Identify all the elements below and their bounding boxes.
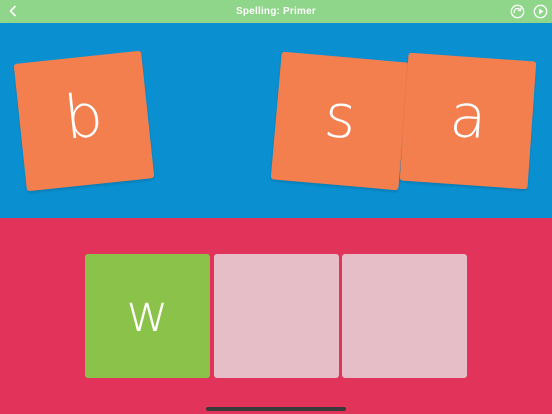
- chevron-left-icon: [9, 5, 16, 17]
- redo-button[interactable]: [510, 4, 525, 19]
- letter-tile-a[interactable]: a: [399, 52, 537, 190]
- tile-letter: b: [60, 80, 107, 154]
- letter-tiles-area: b s a: [0, 23, 552, 218]
- redo-circle-icon: [510, 4, 525, 19]
- answer-slot-1[interactable]: w: [85, 254, 210, 378]
- tile-letter: a: [447, 80, 490, 154]
- answer-area: w: [0, 218, 552, 414]
- top-bar: Spelling: Primer: [0, 0, 552, 23]
- page-title: Spelling: Primer: [236, 6, 316, 17]
- play-button[interactable]: [533, 4, 548, 19]
- answer-slot-2[interactable]: [214, 254, 339, 378]
- spelling-app: Spelling: Primer b s a w: [0, 0, 552, 414]
- back-button[interactable]: [5, 3, 21, 19]
- tile-letter: s: [321, 80, 359, 154]
- letter-tile-b[interactable]: b: [13, 50, 155, 192]
- letter-tile-s[interactable]: s: [270, 51, 410, 191]
- play-circle-icon: [533, 4, 548, 19]
- slot-letter: w: [126, 284, 169, 344]
- home-indicator[interactable]: [206, 407, 346, 411]
- answer-slot-3[interactable]: [342, 254, 467, 378]
